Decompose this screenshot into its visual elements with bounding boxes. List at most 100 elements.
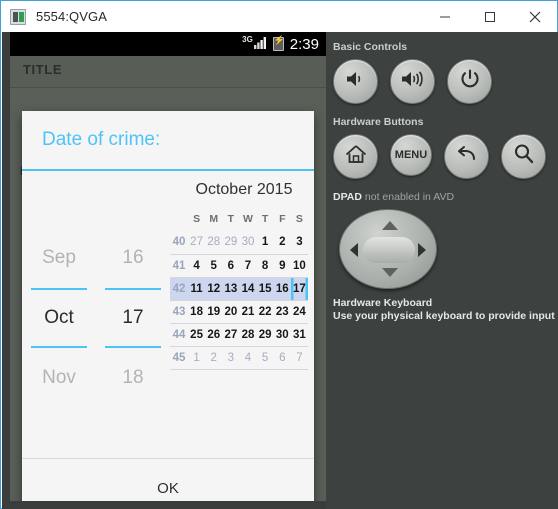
emulator-body: 3G 2:39 TITLE D Date (2, 32, 558, 509)
day-next-value[interactable]: 18 (96, 348, 170, 408)
calendar-day-cell[interactable]: 10 (291, 254, 308, 277)
home-button[interactable] (333, 134, 378, 179)
calendar-day-cell[interactable]: 11 (188, 277, 206, 300)
calendar-day-cell[interactable]: 28 (205, 231, 222, 254)
calendar-day-cell[interactable]: 7 (291, 346, 308, 369)
calendar-day-cell[interactable]: 27 (222, 323, 239, 346)
device-screen[interactable]: 3G 2:39 TITLE D Date (10, 32, 326, 501)
calendar-day-cell[interactable]: 8 (257, 254, 274, 277)
month-prev-value[interactable]: Sep (22, 228, 96, 288)
calendar-day-cell[interactable]: 23 (274, 300, 291, 323)
calendar-weekday-0: S (193, 212, 201, 225)
calendar-day-cell[interactable]: 15 (256, 277, 274, 300)
emulator-window: 5554:QVGA 3G ⚡ 2:39 TITLE Date of crime:… (0, 0, 558, 509)
calendar-day-cell[interactable]: 18 (188, 300, 205, 323)
calendar-day-cell[interactable]: 21 (239, 300, 256, 323)
calendar-day-cell[interactable]: 3 (222, 346, 239, 369)
calendar-day-cell[interactable]: 7 (239, 254, 256, 277)
calendar-day-cell[interactable]: 24 (291, 300, 308, 323)
dpad-status-rest: not enabled in AVD (364, 191, 455, 203)
search-button[interactable] (501, 134, 546, 179)
ok-button[interactable]: OK (157, 480, 179, 497)
calendar-day-cell[interactable]: 1 (257, 231, 274, 254)
calendar-day-cell[interactable]: 19 (205, 300, 222, 323)
calendar-grid: SMTWTFS 40 27 28 29 30 1 2 3 41 4 5 6 7 8 9 10 42 11 12 13 1… (170, 208, 308, 370)
calendar-day-cell[interactable]: 2 (274, 231, 291, 254)
power-icon (459, 68, 481, 95)
minimize-button[interactable] (422, 1, 467, 32)
maximize-button[interactable] (467, 1, 512, 32)
calendar-day-cell[interactable]: 17 (290, 277, 308, 300)
menu-button[interactable]: MENU (390, 134, 432, 176)
calendar-day-cell[interactable]: 16 (273, 277, 291, 300)
date-spinners[interactable]: Sep Oct Nov 16 17 18 (22, 173, 170, 452)
day-prev-value[interactable]: 16 (96, 228, 170, 288)
month-selected-value[interactable]: Oct (31, 287, 87, 348)
month-next-value[interactable]: Nov (22, 348, 96, 408)
hardware-buttons-heading: Hardware Buttons (333, 116, 424, 128)
week-number: 42 (170, 277, 188, 300)
calendar-weekday-1: M (209, 212, 219, 225)
close-button[interactable] (512, 1, 557, 32)
calendar-day-cell[interactable]: 28 (239, 323, 256, 346)
calendar-day-cell[interactable]: 4 (239, 346, 256, 369)
date-picker-body: Sep Oct Nov 16 17 18 October 2015 S M T … (22, 173, 314, 452)
dpad-left-icon[interactable] (350, 243, 358, 257)
day-selected-value[interactable]: 17 (105, 287, 161, 348)
window-title-bar: 5554:QVGA (1, 1, 557, 32)
hardware-keyboard-text: Use your physical keyboard to provide in… (333, 310, 555, 322)
calendar-day-cell[interactable]: 25 (188, 323, 205, 346)
calendar-day-cell[interactable]: 30 (274, 323, 291, 346)
calendar-day-cell[interactable]: 31 (291, 323, 308, 346)
basic-controls-heading: Basic Controls (333, 41, 408, 53)
week-number-header (170, 208, 188, 231)
calendar-weekday-2: T (227, 212, 235, 225)
calendar-day-cell[interactable]: 2 (205, 346, 222, 369)
calendar-day-cell[interactable]: 13 (222, 277, 240, 300)
dpad-control[interactable] (339, 209, 437, 289)
calendar-day-cell[interactable]: 6 (222, 254, 239, 277)
day-spinner[interactable]: 16 17 18 (96, 183, 170, 452)
calendar-weekday-3: W (243, 212, 253, 225)
calendar-day-cell[interactable]: 29 (257, 323, 274, 346)
speaker-low-icon (344, 69, 368, 94)
calendar-day-cell[interactable]: 6 (274, 346, 291, 369)
back-button[interactable] (444, 134, 489, 179)
dpad-right-icon[interactable] (418, 243, 426, 257)
calendar-day-cell[interactable]: 5 (257, 346, 274, 369)
status-bar-clock: 2:39 (289, 35, 319, 53)
dpad-down-icon[interactable] (382, 268, 398, 277)
calendar-day-cell[interactable]: 20 (222, 300, 239, 323)
calendar-day-cell[interactable]: 12 (205, 277, 223, 300)
calendar-day-cell[interactable]: 29 (222, 231, 239, 254)
month-spinner[interactable]: Sep Oct Nov (22, 183, 96, 452)
calendar-view[interactable]: October 2015 SMTWTFS 40 27 28 29 30 1 2 3 41 4 5 6 7… (170, 173, 314, 452)
dpad-up-icon[interactable] (382, 221, 398, 230)
calendar-month-header: October 2015 (195, 181, 293, 198)
app-action-bar: TITLE (10, 56, 326, 88)
calendar-day-cell[interactable]: 26 (205, 323, 222, 346)
calendar-day-cell[interactable]: 1 (188, 346, 205, 369)
calendar-day-cell[interactable]: 4 (188, 254, 205, 277)
calendar-week-row: 40 27 28 29 30 1 2 3 (170, 231, 308, 254)
calendar-day-cell[interactable]: 3 (291, 231, 308, 254)
week-number: 41 (172, 259, 186, 272)
calendar-day-cell[interactable]: 14 (239, 277, 257, 300)
calendar-day-cell[interactable]: 30 (239, 231, 256, 254)
network-type-label: 3G (242, 35, 253, 44)
calendar-week-row: 41 4 5 6 7 8 9 10 (170, 254, 308, 277)
volume-down-button[interactable] (333, 59, 378, 104)
calendar-day-cell[interactable]: 9 (274, 254, 291, 277)
date-picker-dialog: Date of crime: Sep Oct Nov 16 17 18 Octo… (22, 111, 314, 501)
basic-controls-row (333, 59, 558, 104)
calendar-day-cell[interactable]: 22 (257, 300, 274, 323)
home-icon (344, 143, 368, 170)
power-button[interactable] (447, 59, 492, 104)
calendar-day-cell[interactable]: 5 (205, 254, 222, 277)
volume-up-button[interactable] (390, 59, 435, 104)
calendar-weekday-header-row: SMTWTFS (170, 208, 308, 231)
window-title: 5554:QVGA (36, 9, 107, 24)
dpad-center-button[interactable] (363, 237, 415, 263)
calendar-day-cell[interactable]: 27 (188, 231, 205, 254)
dpad-status-label: DPAD not enabled in AVD (333, 191, 558, 203)
